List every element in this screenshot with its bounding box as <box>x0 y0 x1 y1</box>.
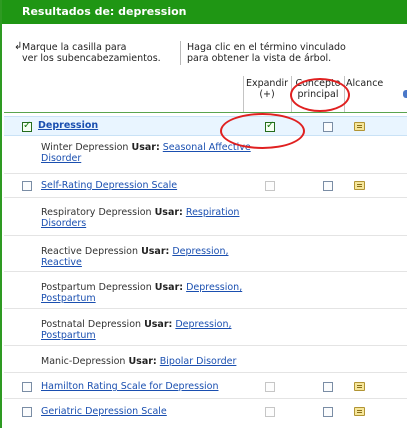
column-concept-line1: Concepto <box>295 78 341 89</box>
notepad-icon[interactable] <box>354 122 365 131</box>
instruction-divider <box>180 41 181 65</box>
term-row: Self-Rating Depression Scale <box>4 175 407 198</box>
row-divider <box>4 398 407 399</box>
expand-checkbox <box>265 407 275 417</box>
usar-row: Postpartum Depression Usar: Depression, … <box>4 273 407 309</box>
row-divider <box>4 197 407 198</box>
major-concept-checkbox[interactable] <box>323 407 333 417</box>
usar-row: Winter Depression Usar: Seasonal Affecti… <box>4 137 407 174</box>
entry-term: Postpartum Depression <box>41 282 152 293</box>
row-divider <box>4 173 407 174</box>
term-link[interactable]: Depression <box>38 120 98 131</box>
term-link[interactable]: Hamilton Rating Scale for Depression <box>41 381 219 392</box>
term-row-depression: ✓ Depression ✓ <box>4 116 407 136</box>
column-header-scope: Alcance <box>346 78 384 89</box>
usar-entry: Manic-Depression Usar: Bipolar Disorder <box>41 356 281 367</box>
usar-label: Usar: <box>131 142 160 153</box>
usar-label: Usar: <box>141 246 170 257</box>
row-divider <box>4 345 407 346</box>
row-divider <box>4 235 407 236</box>
usar-label: Usar: <box>144 319 173 330</box>
column-divider <box>344 76 345 112</box>
major-concept-checkbox[interactable] <box>323 181 333 191</box>
row-divider <box>4 271 407 272</box>
term-checkbox[interactable]: ✓ <box>22 120 32 132</box>
instruction-right-line1: Haga clic en el término vinculado <box>187 42 346 53</box>
instruction-checkbox: ↲ Marque la casilla para ver los subenca… <box>14 41 172 64</box>
instruction-left-line2: ver los subencabezamientos. <box>22 53 161 64</box>
instruction-link: Haga clic en el término vinculado para o… <box>187 42 357 64</box>
term-link[interactable]: Self-Rating Depression Scale <box>41 180 177 191</box>
column-header-major-concept: Concepto principal <box>293 78 343 100</box>
notepad-icon[interactable] <box>354 382 365 391</box>
usar-row: Manic-Depression Usar: Bipolar Disorder <box>4 347 407 373</box>
notepad-icon[interactable] <box>354 181 365 190</box>
usar-entry: Postpartum Depression Usar: Depression, … <box>41 282 256 304</box>
expand-checkbox <box>265 181 275 191</box>
preferred-term-link[interactable]: Bipolar Disorder <box>160 356 237 367</box>
instruction-left-line1: Marque la casilla para <box>22 42 127 53</box>
checkmark-icon: ✓ <box>266 120 275 131</box>
usar-label: Usar: <box>154 207 183 218</box>
usar-entry: Postnatal Depression Usar: Depression, P… <box>41 319 256 341</box>
entry-term: Reactive Depression <box>41 246 139 257</box>
notepad-icon[interactable] <box>354 407 365 416</box>
major-concept-checkbox[interactable] <box>323 122 333 132</box>
column-divider <box>291 76 292 112</box>
entry-term: Manic-Depression <box>41 356 126 367</box>
entry-term: Postnatal Depression <box>41 319 142 330</box>
header-divider <box>4 112 407 113</box>
column-expand-line2: (+) <box>259 89 275 100</box>
usar-row: Reactive Depression Usar: Depression, Re… <box>4 237 407 272</box>
scope-icon-partial <box>403 90 407 98</box>
term-checkbox[interactable] <box>22 181 32 191</box>
usar-entry: Winter Depression Usar: Seasonal Affecti… <box>41 142 256 164</box>
term-checkbox[interactable] <box>22 407 32 417</box>
checkmark-icon: ✓ <box>23 120 32 131</box>
expand-checkbox[interactable]: ✓ <box>265 120 275 132</box>
entry-term: Winter Depression <box>41 142 129 153</box>
row-divider <box>4 308 407 309</box>
column-concept-line2: principal <box>297 89 339 100</box>
column-divider <box>243 76 244 112</box>
results-panel: Resultados de: depression ↲ Marque la ca… <box>0 0 407 428</box>
column-header-expand: Expandir (+) <box>245 78 289 100</box>
major-concept-checkbox[interactable] <box>323 382 333 392</box>
usar-label: Usar: <box>154 282 184 293</box>
usar-entry: Reactive Depression Usar: Depression, Re… <box>41 246 256 268</box>
row-divider <box>4 372 407 373</box>
usar-label: Usar: <box>128 356 157 367</box>
return-arrow-icon: ↲ <box>14 41 23 52</box>
usar-row: Postnatal Depression Usar: Depression, P… <box>4 310 407 346</box>
term-row: Geriatric Depression Scale <box>4 400 407 424</box>
entry-term: Respiratory Depression <box>41 207 152 218</box>
column-expand-line1: Expandir <box>245 78 289 89</box>
term-checkbox[interactable] <box>22 382 32 392</box>
instruction-right-line2: para obtener la vista de árbol. <box>187 53 332 64</box>
expand-checkbox <box>265 382 275 392</box>
term-row: Hamilton Rating Scale for Depression <box>4 374 407 399</box>
term-link[interactable]: Geriatric Depression Scale <box>41 406 167 417</box>
usar-entry: Respiratory Depression Usar: Respiration… <box>41 207 256 229</box>
usar-row: Respiratory Depression Usar: Respiration… <box>4 199 407 236</box>
results-header: Resultados de: depression <box>2 0 407 24</box>
